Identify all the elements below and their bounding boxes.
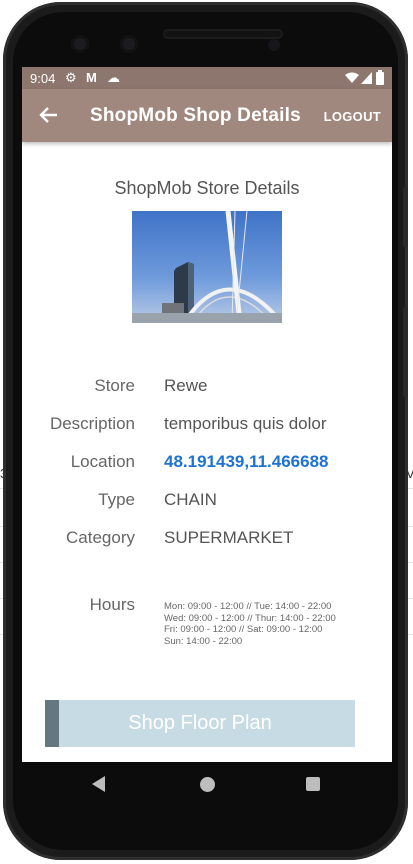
settings-icon: ⚙	[65, 70, 77, 85]
shop-floor-plan-label: Shop Floor Plan	[128, 712, 272, 734]
volume-button	[403, 187, 408, 247]
store-label: Store	[94, 376, 135, 395]
hours-line: Wed: 09:00 - 12:00 // Thur: 14:00 - 22:0…	[164, 612, 336, 624]
store-value: Rewe	[164, 376, 208, 395]
app-screen: 9:04 ⚙ M ☁ ShopMob Shop Details LOGOUT S…	[22, 67, 392, 762]
proximity-sensor	[268, 39, 280, 51]
store-photo	[132, 211, 282, 323]
arrow-left-icon	[39, 107, 57, 123]
earpiece-speaker	[163, 29, 283, 39]
description-value: temporibus quis dolor	[164, 414, 327, 433]
hours-line: Sun: 14:00 - 22:00	[164, 635, 243, 647]
logout-button[interactable]: LOGOUT	[324, 109, 381, 124]
hours-line: Mon: 09:00 - 12:00 // Tue: 14:00 - 22:00	[164, 601, 332, 612]
wifi-icon	[345, 72, 359, 83]
status-time: 9:04	[30, 71, 56, 86]
cloud-icon: ☁	[107, 70, 120, 85]
app-bar: ShopMob Shop Details LOGOUT	[22, 89, 392, 142]
gmail-icon: M	[86, 70, 97, 85]
status-bar: 9:04 ⚙ M ☁	[22, 67, 392, 89]
button-accent-bar	[45, 700, 59, 747]
app-bar-title: ShopMob Shop Details	[90, 105, 301, 126]
battery-icon	[376, 70, 384, 85]
front-sensor	[120, 35, 138, 53]
page-heading: ShopMob Store Details	[114, 178, 300, 198]
description-label: Description	[49, 414, 135, 433]
category-label: Category	[66, 528, 135, 547]
front-camera	[71, 35, 89, 53]
signal-icon	[361, 72, 372, 84]
nav-home-icon[interactable]	[200, 777, 215, 792]
location-label: Location	[70, 452, 135, 471]
nav-recents-icon[interactable]	[306, 777, 320, 791]
navigation-bar	[22, 762, 392, 808]
hours-label: Hours	[89, 595, 135, 614]
category-value: SUPERMARKET	[164, 528, 294, 547]
back-button[interactable]	[36, 102, 62, 128]
opening-hours: Mon: 09:00 - 12:00 // Tue: 14:00 - 22:00…	[164, 601, 336, 647]
type-value: CHAIN	[164, 490, 217, 509]
location-link[interactable]: 48.191439,11.466688	[164, 452, 329, 472]
power-button	[403, 307, 408, 397]
shop-floor-plan-button[interactable]: Shop Floor Plan	[45, 700, 355, 747]
nav-back-icon[interactable]	[92, 776, 105, 792]
type-label: Type	[98, 490, 135, 509]
hours-line: Fri: 09:00 - 12:00 // Sat: 09:00 - 12:00	[164, 624, 323, 635]
